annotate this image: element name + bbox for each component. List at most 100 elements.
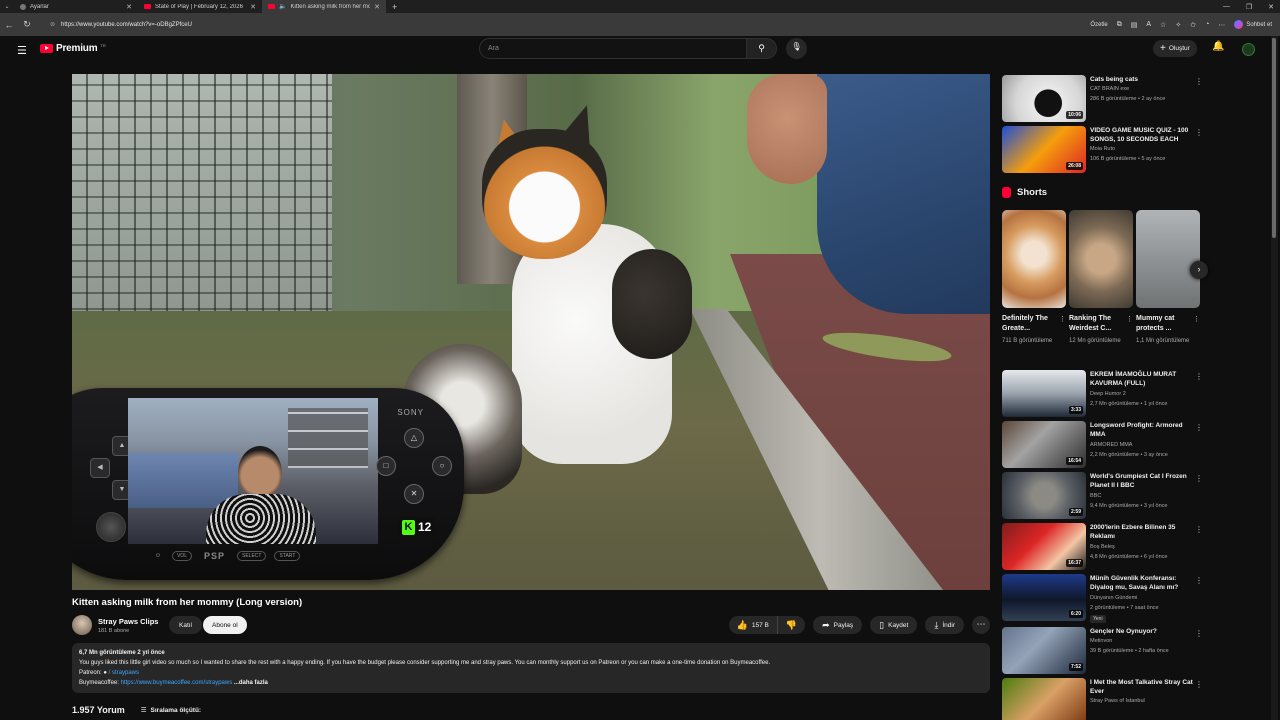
short-card[interactable]: Mummy cat protects ... 1,1 Mn görüntülem… <box>1136 210 1200 360</box>
video-title[interactable]: 2000'lerin Ezbere Bilinen 35 Reklamı <box>1090 523 1194 541</box>
bmc-link[interactable]: https://www.buymeacoffee.com/straypaws <box>121 680 233 686</box>
video-title[interactable]: EKREM İMAMOĞLU MURAT KAVURMA (FULL) <box>1090 370 1194 388</box>
recommended-video[interactable]: 16:37 2000'lerin Ezbere Bilinen 35 Rekla… <box>1002 523 1203 571</box>
video-title[interactable]: World's Grumpiest Cat I Frozen Planet II… <box>1090 472 1194 490</box>
more-options-icon[interactable]: ⋮ <box>1195 372 1203 381</box>
short-title[interactable]: Mummy cat protects ... <box>1136 314 1192 334</box>
download-button[interactable]: ⤓ İndir <box>925 616 964 634</box>
recommended-video[interactable]: 10:06 Cats being cats CAT BRAIN exe 286 … <box>1002 75 1203 123</box>
tab-search-icon[interactable]: ⌄ <box>0 3 14 10</box>
recommended-video[interactable]: 6:20 Münih Güvenlik Konferansı: Diyalog … <box>1002 574 1203 623</box>
more-options-icon[interactable]: ⋮ <box>1195 576 1203 585</box>
short-title[interactable]: Ranking The Weirdest C... <box>1069 314 1125 334</box>
recommended-video[interactable]: 3:33 EKREM İMAMOĞLU MURAT KAVURMA (FULL)… <box>1002 370 1203 418</box>
back-icon[interactable]: ← <box>0 20 18 30</box>
chat-button[interactable]: Sohbet et <box>1234 20 1272 29</box>
show-more-link[interactable]: ...daha fazla <box>234 680 268 686</box>
search-input[interactable]: Ara <box>479 38 747 59</box>
shorts-next-button[interactable]: › <box>1190 261 1208 279</box>
video-title[interactable]: Gençler Ne Oynuyor? <box>1090 627 1194 636</box>
video-title[interactable]: I Met the Most Talkative Stray Cat Ever <box>1090 678 1194 696</box>
video-thumbnail[interactable]: 2:59 <box>1002 472 1086 519</box>
create-button[interactable]: + Oluştur <box>1153 40 1197 57</box>
reader-icon[interactable]: ▤ <box>1131 21 1138 29</box>
maximize-icon[interactable]: ❐ <box>1246 3 1252 11</box>
share-button[interactable]: ➦ Paylaş <box>813 616 863 634</box>
video-thumbnail[interactable]: 26:08 <box>1002 126 1086 173</box>
more-options-icon[interactable]: ⋮ <box>1193 315 1200 323</box>
recommended-video[interactable]: 26:08 VIDEO GAME MUSIC QUIZ - 100 SONGS,… <box>1002 126 1203 174</box>
video-thumbnail[interactable]: 3:33 <box>1002 370 1086 417</box>
video-title[interactable]: Cats being cats <box>1090 75 1194 84</box>
channel-name[interactable]: Stray Paws of Istanbul <box>1090 698 1145 704</box>
voice-search-button[interactable]: 🎙 <box>786 38 807 59</box>
translate-icon[interactable]: ⧉ <box>1117 21 1122 29</box>
more-options-icon[interactable]: ⋮ <box>1059 315 1066 323</box>
more-options-icon[interactable]: ⋮ <box>1195 525 1203 534</box>
extensions-icon[interactable]: ✧ <box>1175 21 1181 29</box>
more-actions-button[interactable]: ⋯ <box>972 616 990 634</box>
close-tab-icon[interactable]: ✕ <box>126 3 132 11</box>
join-button[interactable]: Katıl <box>169 616 203 634</box>
more-options-icon[interactable]: ⋮ <box>1195 474 1203 483</box>
notifications-bell-icon[interactable]: 🔔 <box>1212 41 1224 52</box>
channel-name[interactable]: CAT BRAIN exe <box>1090 86 1129 92</box>
summarize-button[interactable]: Özetle <box>1090 22 1107 28</box>
dislike-button[interactable]: 👎 <box>778 620 805 631</box>
subscribe-button[interactable]: Abone ol <box>203 616 247 634</box>
bookmark-star-icon[interactable]: ☆ <box>1160 21 1166 29</box>
more-options-icon[interactable]: ⋮ <box>1195 629 1203 638</box>
search-button[interactable]: ⚲ <box>746 38 777 59</box>
more-options-icon[interactable]: ⋮ <box>1195 128 1203 137</box>
tab-kitten-video[interactable]: 🔈 Kitten asking milk from her mommy ✕ <box>262 0 386 13</box>
favorites-icon[interactable]: ✩ <box>1190 21 1196 29</box>
short-card[interactable]: Ranking The Weirdest C... 12 Mn görüntül… <box>1069 210 1133 360</box>
channel-name[interactable]: Metinvon <box>1090 638 1112 644</box>
patreon-link[interactable]: / straypaws <box>109 670 139 676</box>
channel-name[interactable]: Deep Humor 2 <box>1090 391 1126 397</box>
video-title[interactable]: VIDEO GAME MUSIC QUIZ - 100 SONGS, 10 SE… <box>1090 126 1194 144</box>
short-thumbnail[interactable] <box>1069 210 1133 308</box>
menu-dots-icon[interactable]: ⋯ <box>1218 21 1225 29</box>
user-avatar[interactable] <box>1242 43 1255 56</box>
short-thumbnail[interactable] <box>1136 210 1200 308</box>
close-window-icon[interactable]: ✕ <box>1268 3 1274 11</box>
short-card[interactable]: Definitely The Greate... 711 B görüntüle… <box>1002 210 1066 360</box>
video-thumbnail[interactable]: 10:06 <box>1002 75 1086 122</box>
short-thumbnail[interactable] <box>1002 210 1066 308</box>
more-options-icon[interactable]: ⋮ <box>1195 423 1203 432</box>
channel-name[interactable]: BBC <box>1090 493 1101 499</box>
recommended-video[interactable]: 2:59 World's Grumpiest Cat I Frozen Plan… <box>1002 472 1203 520</box>
tab-settings[interactable]: Ayarlar ✕ <box>14 0 138 13</box>
account-icon[interactable]: ◔ <box>1205 21 1209 28</box>
video-title[interactable]: Münih Güvenlik Konferansı: Diyalog mu, S… <box>1090 574 1194 592</box>
reload-icon[interactable]: ↻ <box>18 19 36 30</box>
more-options-icon[interactable]: ⋮ <box>1126 315 1133 323</box>
short-title[interactable]: Definitely The Greate... <box>1002 314 1058 334</box>
scrollbar-thumb[interactable] <box>1272 38 1276 238</box>
description-box[interactable]: 6,7 Mn görüntüleme 2 yıl önce You guys l… <box>72 643 990 693</box>
text-size-icon[interactable]: A <box>1146 21 1151 28</box>
youtube-premium-logo[interactable]: Premium TR <box>40 43 106 54</box>
recommended-video[interactable]: I Met the Most Talkative Stray Cat Ever … <box>1002 678 1203 720</box>
channel-name[interactable]: Moia Ruto <box>1090 146 1115 152</box>
video-title[interactable]: Longsword Profight: Armored MMA <box>1090 421 1194 439</box>
channel-name[interactable]: Dünyanın Gündemi <box>1090 595 1137 601</box>
tab-state-of-play[interactable]: State of Play | February 12, 2026 ✕ <box>138 0 262 13</box>
channel-name[interactable]: Stray Paws Clips <box>98 617 158 626</box>
new-tab-button[interactable]: + <box>392 2 397 12</box>
close-tab-icon[interactable]: ✕ <box>374 3 380 11</box>
video-player[interactable]: ✣ ▲ ◀ ▶ ▼ SONY △ □ ○ ✕ ⏻ VOL PSP SELECT … <box>72 74 990 590</box>
url-field[interactable]: https://www.youtube.com/watch?v=-oDBgZPf… <box>61 22 192 28</box>
speaker-icon[interactable]: 🔈 <box>279 3 286 10</box>
channel-avatar[interactable] <box>72 615 92 635</box>
sort-button[interactable]: ☰ Sıralama ölçütü: <box>141 705 201 715</box>
save-button[interactable]: ▯ Kaydet <box>870 616 918 634</box>
recommended-video[interactable]: 16:54 Longsword Profight: Armored MMA AR… <box>1002 421 1203 469</box>
video-thumbnail[interactable]: 7:52 <box>1002 627 1086 674</box>
video-thumbnail[interactable]: 16:54 <box>1002 421 1086 468</box>
close-tab-icon[interactable]: ✕ <box>250 3 256 11</box>
recommended-video[interactable]: 7:52 Gençler Ne Oynuyor? Metinvon 39 B g… <box>1002 627 1203 675</box>
video-thumbnail[interactable]: 16:37 <box>1002 523 1086 570</box>
page-scrollbar[interactable]: ▲ <box>1271 36 1278 720</box>
